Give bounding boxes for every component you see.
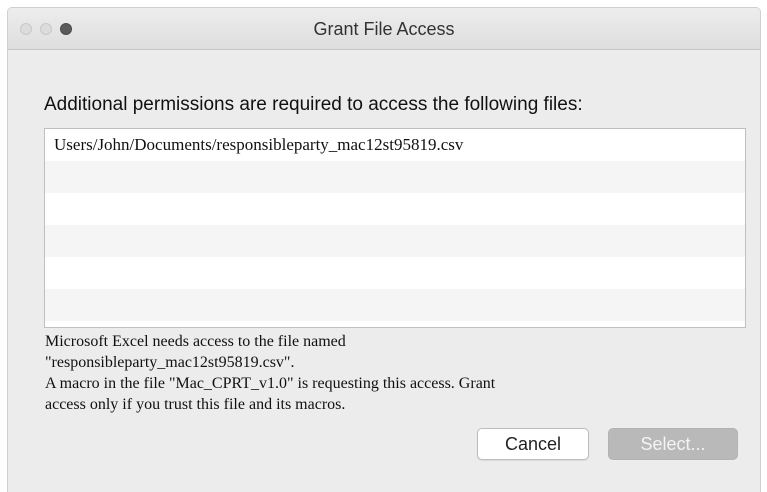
file-list-empty-row <box>45 321 745 327</box>
file-list-empty-row <box>45 161 745 193</box>
file-list-empty-row <box>45 225 745 257</box>
file-list[interactable]: Users/John/Documents/responsibleparty_ma… <box>44 128 746 328</box>
message-line: "responsibleparty_mac12st95819.csv". <box>45 354 295 371</box>
message-line: access only if you trust this file and i… <box>45 396 346 413</box>
file-list-item[interactable]: Users/John/Documents/responsibleparty_ma… <box>45 129 745 161</box>
message-line: Microsoft Excel needs access to the file… <box>45 333 346 350</box>
file-list-empty-row <box>45 289 745 321</box>
access-message: Microsoft Excel needs access to the file… <box>45 331 695 415</box>
select-button[interactable]: Select... <box>608 428 738 460</box>
permissions-heading: Additional permissions are required to a… <box>44 94 583 115</box>
window-title: Grant File Access <box>313 19 455 39</box>
grant-file-access-window: Grant File Access Additional permissions… <box>7 7 761 492</box>
file-list-empty-row <box>45 193 745 225</box>
title-bar: Grant File Access <box>8 8 760 50</box>
cancel-button[interactable]: Cancel <box>477 428 589 460</box>
file-list-empty-row <box>45 257 745 289</box>
message-line: A macro in the file "Mac_CPRT_v1.0" is r… <box>45 375 496 392</box>
